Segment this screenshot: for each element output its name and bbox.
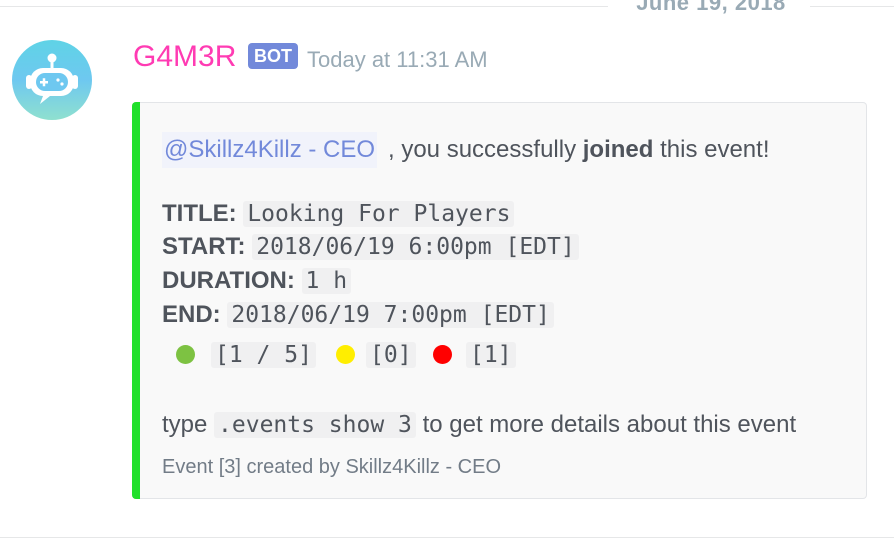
count-denied: [1] [466,337,516,373]
user-mention[interactable]: @Skillz4Killz - CEO [162,132,378,168]
bot-avatar[interactable] [12,40,92,120]
duration-field: DURATION: 1 h [162,263,352,299]
type-suffix: to get more details about this event [415,411,797,438]
end-label: END: [162,301,221,328]
title-value: Looking For Players [243,201,515,227]
embed-footer: Event [3] created by Skillz4Killz - CEO [162,456,502,478]
details-hint: type .events show 3 to get more details … [162,407,796,443]
robot-controller-icon [26,53,78,104]
bot-badge: BOT [248,43,298,69]
count-joined-value: [1 / 5] [211,342,316,368]
count-maybe-value: [0] [366,342,416,368]
start-value: 2018/06/19 6:00pm [EDT] [252,234,579,260]
joined-prefix: , you successfully [388,136,583,163]
start-label: START: [162,233,246,260]
start-field: START: 2018/06/19 6:00pm [EDT] [162,229,579,265]
bottom-divider [0,537,894,538]
count-denied-value: [1] [466,342,516,368]
date-divider-label: June 19, 2018 [636,0,786,15]
red-circle-icon [433,345,452,364]
type-prefix: type [162,411,215,438]
count-maybe: [0] [366,337,416,373]
date-divider-left-line [0,6,608,7]
duration-value: 1 h [301,268,352,294]
events-command: .events show 3 [214,412,416,438]
count-joined: [1 / 5] [211,337,316,373]
green-circle-icon [176,345,195,364]
joined-word: joined [582,136,654,163]
joined-message: , you successfully joined this event! [388,132,769,168]
message-timestamp: Today at 11:31 AM [307,47,488,72]
end-value: 2018/06/19 7:00pm [EDT] [227,302,554,328]
username[interactable]: G4M3R [133,40,236,74]
title-label: TITLE: [162,200,237,227]
end-field: END: 2018/06/19 7:00pm [EDT] [162,297,554,333]
yellow-circle-icon [336,345,355,364]
date-divider-right-line [810,6,894,7]
embed-accent-bar [132,102,140,499]
joined-suffix: this event! [653,136,770,163]
duration-label: DURATION: [162,267,295,294]
title-field: TITLE: Looking For Players [162,196,515,232]
